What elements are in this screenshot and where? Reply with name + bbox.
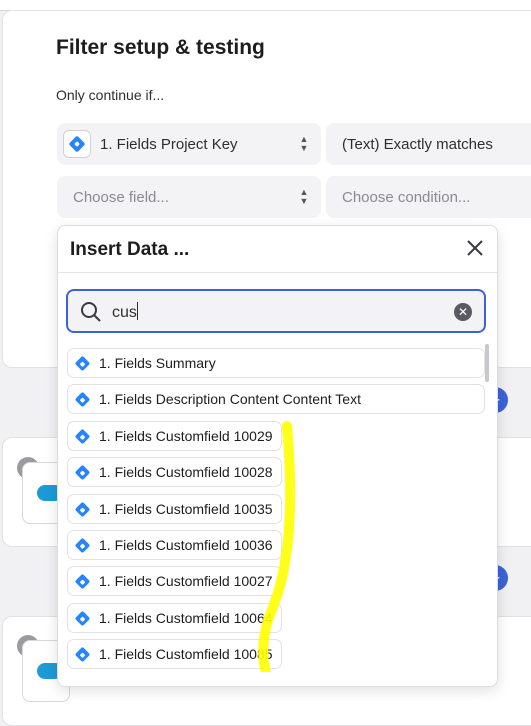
jira-icon [74,501,91,517]
list-item-label: 1. Fields Customfield 10085 [99,646,273,662]
close-icon[interactable] [465,238,485,258]
search-icon [81,302,101,322]
jira-icon [74,537,91,553]
list-item-label: 1. Fields Description Content Content Te… [99,391,361,407]
list-item[interactable]: 1. Fields Customfield 10035 [67,494,282,524]
rule1-condition-select[interactable]: (Text) Exactly matches [326,123,531,165]
list-item-label: 1. Fields Summary [99,355,216,371]
list-item[interactable]: 1. Fields Description Content Content Te… [67,384,485,414]
rule2-condition-select[interactable]: Choose condition... [326,176,531,218]
list-item-label: 1. Fields Customfield 10027 [99,573,273,589]
scrollbar[interactable] [485,344,489,382]
rule1-field-select[interactable]: 1. Fields Project Key ▲ ▼ [57,123,321,165]
jira-icon [74,573,91,589]
filter-subtitle: Only continue if... [56,87,165,103]
list-item[interactable]: 1. Fields Customfield 10028 [67,457,282,487]
rule2-condition-placeholder: Choose condition... [342,188,471,206]
jira-icon [74,464,91,480]
list-item[interactable]: 1. Fields Customfield 10027 [67,566,282,596]
list-item-label: 1. Fields Customfield 10029 [99,428,273,444]
list-item[interactable]: 1. Fields Customfield 10036 [67,530,282,560]
list-item-label: 1. Fields Customfield 10064 [99,610,273,626]
rule2-field-placeholder: Choose field... [73,188,169,206]
page-title: Filter setup & testing [56,36,265,59]
updown-arrows-icon: ▲ ▼ [299,134,309,153]
clear-icon[interactable]: ✕ [454,303,472,321]
list-item-label: 1. Fields Customfield 10035 [99,501,273,517]
dropdown-header: Insert Data ... [58,226,497,273]
list-item[interactable]: 1. Fields Customfield 10064 [67,603,282,633]
rule1-condition-value: (Text) Exactly matches [342,135,493,153]
jira-icon [74,391,91,407]
list-item-label: 1. Fields Customfield 10028 [99,464,273,480]
redaction-mark [220,350,480,374]
dropdown-title: Insert Data ... [70,239,190,260]
updown-arrows-icon: ▲ ▼ [299,187,309,206]
jira-icon [74,355,91,371]
rule2-field-select[interactable]: Choose field... ▲ ▼ [57,176,321,218]
search-input[interactable]: cus ✕ [66,289,486,333]
jira-icon [74,610,91,626]
search-value: cus [112,302,138,321]
list-item-label: 1. Fields Customfield 10036 [99,537,273,553]
list-item[interactable]: 1. Fields Customfield 10085 [67,639,282,669]
jira-icon [63,130,91,158]
rule1-field-value: 1. Fields Project Key [100,135,238,153]
list-item[interactable]: 1. Fields Customfield 10029 [67,421,282,451]
jira-icon [74,428,91,444]
jira-icon [74,646,91,662]
